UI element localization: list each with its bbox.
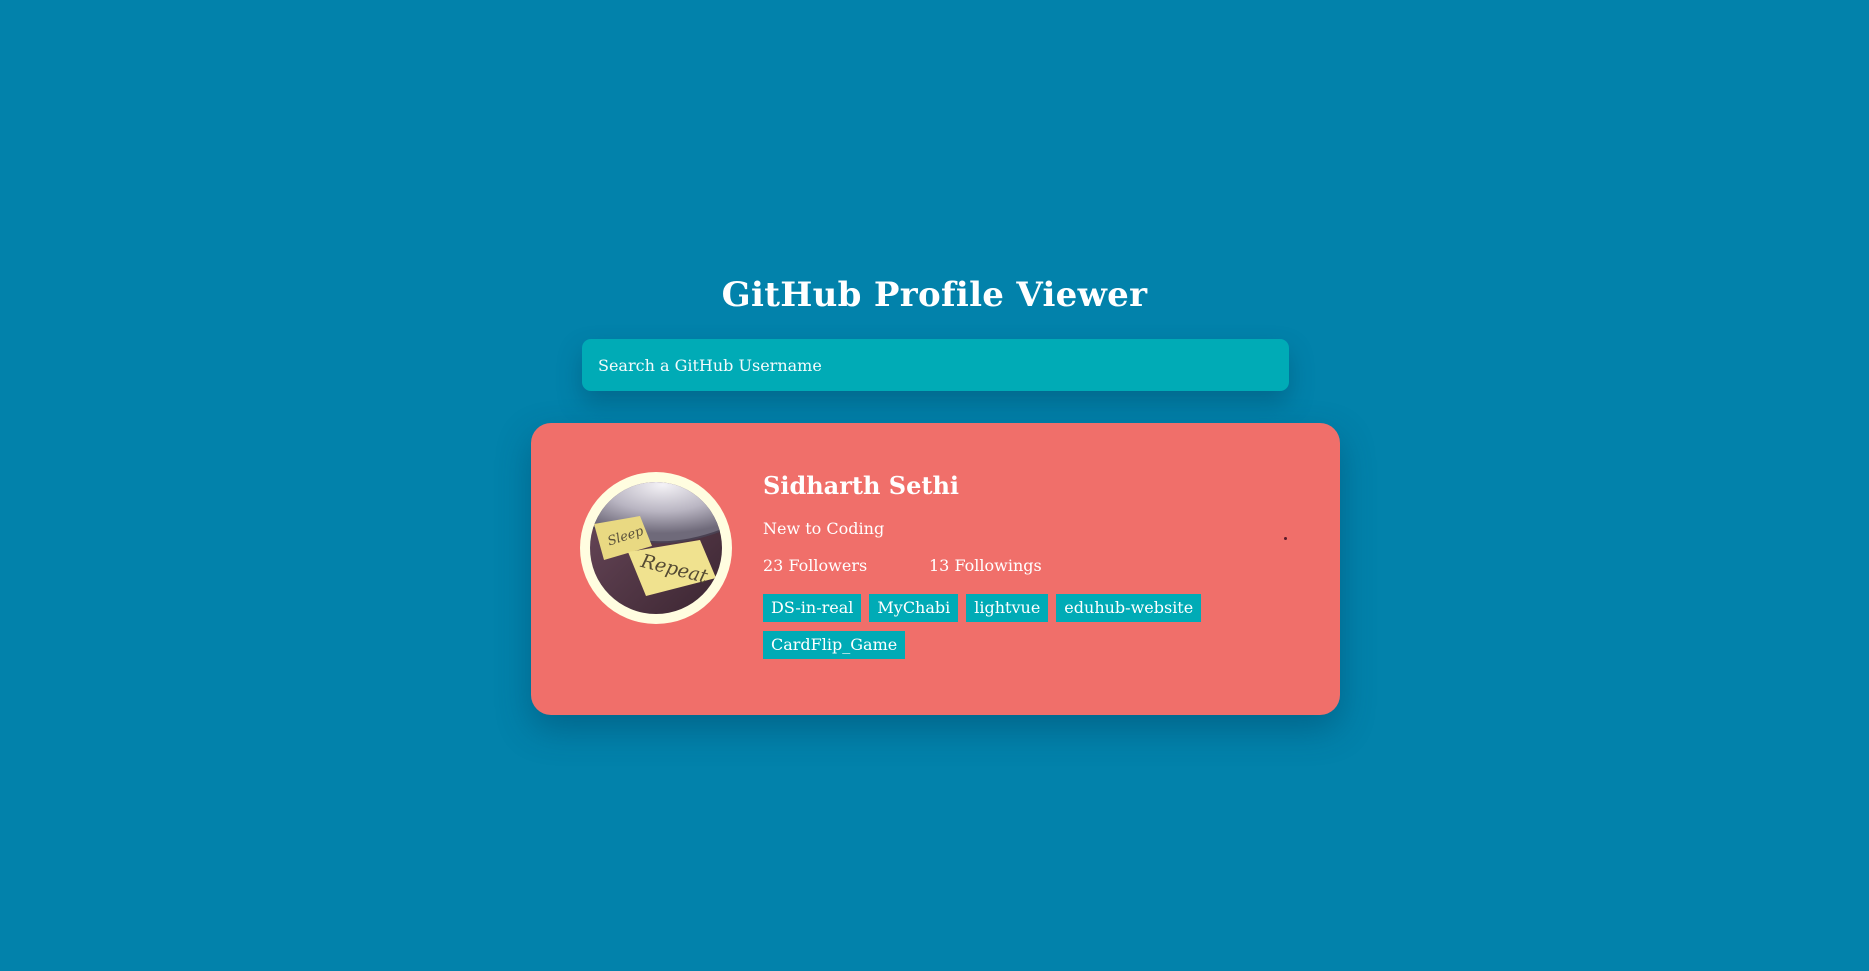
search-input[interactable] <box>582 339 1289 391</box>
page-title: GitHub Profile Viewer <box>721 275 1148 315</box>
followers-count: 23 Followers <box>763 556 868 575</box>
repo-list: DS-in-real MyChabi lightvue eduhub-websi… <box>763 594 1223 659</box>
user-name: Sidharth Sethi <box>763 471 960 500</box>
repo-link[interactable]: DS-in-real <box>763 594 862 622</box>
avatar: Sleep Repeat <box>580 472 732 624</box>
repo-link[interactable]: lightvue <box>966 594 1049 622</box>
avatar-image: Sleep Repeat <box>590 482 722 614</box>
profile-card: Sleep Repeat Sidharth Sethi New to Codin… <box>531 423 1340 715</box>
dot-marker <box>1284 537 1287 540</box>
followings-count: 13 Followings <box>929 556 1042 575</box>
repo-link[interactable]: MyChabi <box>869 594 959 622</box>
user-bio: New to Coding <box>763 519 885 538</box>
repo-link[interactable]: eduhub-website <box>1056 594 1202 622</box>
repo-link[interactable]: CardFlip_Game <box>763 631 906 659</box>
